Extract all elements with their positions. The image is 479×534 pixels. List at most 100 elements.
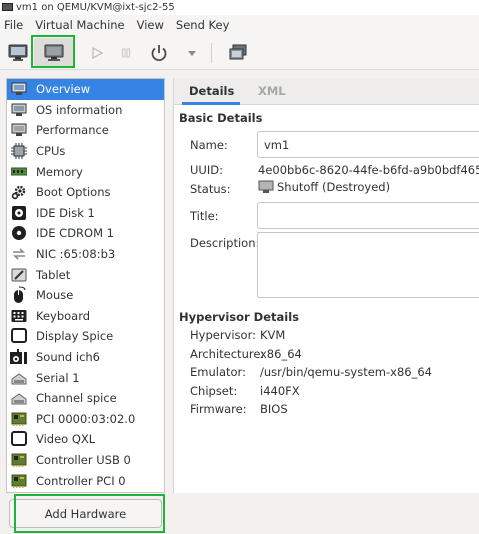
- sidebar-item-label: IDE CDROM 1: [36, 226, 114, 241]
- name-field[interactable]: vm1: [257, 131, 479, 158]
- status-value-row: Shutoff (Destroyed): [258, 180, 390, 194]
- sidebar-item-label: Performance: [36, 123, 109, 138]
- power-button[interactable]: [146, 38, 172, 67]
- firmware-label: Firmware:: [190, 402, 247, 416]
- pause-icon: [122, 48, 130, 57]
- name-value: vm1: [264, 137, 290, 152]
- pci-icon: [10, 411, 28, 427]
- sidebar-item-serial-1[interactable]: Serial 1: [7, 367, 164, 388]
- sidebar-item-ide-cdrom-1[interactable]: IDE CDROM 1: [7, 223, 164, 244]
- pause-button[interactable]: [115, 38, 137, 67]
- vm-window-icon: [2, 3, 13, 11]
- hypervisor-details-heading: Hypervisor Details: [179, 310, 300, 324]
- channel-icon: [10, 390, 28, 406]
- sidebar-item-label: IDE Disk 1: [36, 205, 95, 220]
- chipset-value: i440FX: [260, 384, 300, 398]
- sidebar-item-boot-options[interactable]: Boot Options: [7, 182, 164, 203]
- monitor-icon: [10, 122, 28, 138]
- memory-icon: [10, 164, 28, 180]
- console-icon: [8, 44, 28, 61]
- sidebar-item-label: Mouse: [36, 288, 74, 303]
- sidebar-item-label: Serial 1: [36, 370, 80, 385]
- uuid-value: 4e00bb6c-8620-44fe-b6fd-a9b0bdf46581: [258, 163, 479, 177]
- sidebar-item-label: Keyboard: [36, 308, 91, 323]
- firmware-value: BIOS: [260, 402, 288, 416]
- shutoff-status-icon: [258, 180, 274, 193]
- sidebar-item-label: CPUs: [36, 144, 66, 159]
- power-menu-dropdown[interactable]: [184, 38, 200, 67]
- sidebar-item-sound-ich6[interactable]: Sound ich6: [7, 347, 164, 368]
- sidebar-item-overview[interactable]: Overview: [7, 79, 164, 100]
- status-value: Shutoff (Destroyed): [277, 180, 391, 194]
- menu-virtual-machine[interactable]: Virtual Machine: [35, 18, 124, 32]
- status-label: Status:: [190, 182, 231, 196]
- sidebar-item-video-qxl[interactable]: Video QXL: [7, 429, 164, 450]
- sidebar-item-label: Boot Options: [36, 185, 111, 200]
- details-button-highlight: [31, 35, 75, 68]
- sidebar-item-pci[interactable]: PCI 0000:03:02.0: [7, 409, 164, 430]
- sound-icon: [10, 349, 28, 365]
- window-title-bar: vm1 on QEMU/KVM@ixt-sjc2-55: [0, 0, 479, 15]
- display-icon: [10, 328, 28, 344]
- basic-details-heading: Basic Details: [179, 111, 263, 125]
- sidebar-item-label: Display Spice: [36, 329, 114, 344]
- sidebar-item-channel-spice[interactable]: Channel spice: [7, 388, 164, 409]
- controller-icon: [10, 473, 28, 489]
- uuid-label: UUID:: [190, 163, 223, 177]
- dropdown-arrow-icon: [188, 50, 196, 56]
- snapshot-icon: [229, 44, 247, 59]
- monitor-icon: [10, 81, 28, 97]
- power-icon: [151, 44, 167, 61]
- sidebar-item-controller-pci-0[interactable]: Controller PCI 0: [7, 470, 164, 491]
- sidebar-item-display-spice[interactable]: Display Spice: [7, 326, 164, 347]
- sidebar-item-memory[interactable]: Memory: [7, 161, 164, 182]
- sidebar-item-tablet[interactable]: Tablet: [7, 264, 164, 285]
- gear-icon: [10, 184, 28, 200]
- emulator-label: Emulator:: [190, 365, 246, 379]
- run-button[interactable]: [86, 38, 108, 67]
- sidebar-item-ide-disk-1[interactable]: IDE Disk 1: [7, 203, 164, 224]
- sidebar-item-keyboard[interactable]: Keyboard: [7, 306, 164, 327]
- keyboard-icon: [10, 308, 28, 324]
- cdrom-icon: [10, 225, 28, 241]
- sidebar-item-label: Tablet: [36, 267, 71, 282]
- sidebar-item-label: Overview: [36, 82, 91, 97]
- menu-send-key[interactable]: Send Key: [176, 18, 229, 32]
- sidebar-item-label: Controller PCI 0: [36, 473, 126, 488]
- sidebar-item-label: Sound ich6: [36, 350, 100, 365]
- run-icon: [92, 46, 104, 59]
- mouse-icon: [10, 286, 28, 304]
- menu-file[interactable]: File: [4, 18, 23, 32]
- title-field[interactable]: [257, 202, 479, 229]
- active-tab-indicator: [182, 102, 240, 105]
- description-label: Description:: [190, 236, 260, 250]
- sidebar-item-label: OS information: [36, 102, 123, 117]
- monitor-icon: [10, 102, 28, 118]
- sidebar-item-mouse[interactable]: Mouse: [7, 285, 164, 306]
- sidebar-item-controller-usb-0[interactable]: Controller USB 0: [7, 450, 164, 471]
- tab-xml[interactable]: XML: [258, 84, 286, 98]
- name-label: Name:: [190, 138, 228, 152]
- details-panel: Details XML Basic Details Name: vm1 UUID…: [173, 78, 479, 493]
- sidebar-item-label: Memory: [36, 164, 83, 179]
- sidebar-item-performance[interactable]: Performance: [7, 120, 164, 141]
- menu-view[interactable]: View: [137, 18, 164, 32]
- cpu-icon: [10, 143, 28, 160]
- sidebar-item-os-information[interactable]: OS information: [7, 100, 164, 121]
- description-field[interactable]: [257, 232, 479, 298]
- hypervisor-value: KVM: [260, 328, 286, 342]
- hypervisor-label: Hypervisor:: [190, 328, 256, 342]
- sidebar-item-label: Video QXL: [36, 432, 96, 447]
- menu-bar: File Virtual Machine View Send Key: [0, 15, 479, 35]
- tablet-icon: [10, 267, 28, 283]
- controller-icon: [10, 452, 28, 468]
- snapshot-button[interactable]: [224, 38, 252, 67]
- chipset-label: Chipset:: [190, 384, 238, 398]
- console-button[interactable]: [5, 38, 31, 67]
- video-icon: [10, 431, 28, 447]
- sidebar-item-nic[interactable]: NIC :65:08:b3: [7, 244, 164, 265]
- sidebar-item-cpus[interactable]: CPUs: [7, 141, 164, 162]
- tab-details[interactable]: Details: [189, 84, 234, 98]
- sidebar-item-label: Channel spice: [36, 391, 117, 406]
- title-label: Title:: [190, 209, 219, 223]
